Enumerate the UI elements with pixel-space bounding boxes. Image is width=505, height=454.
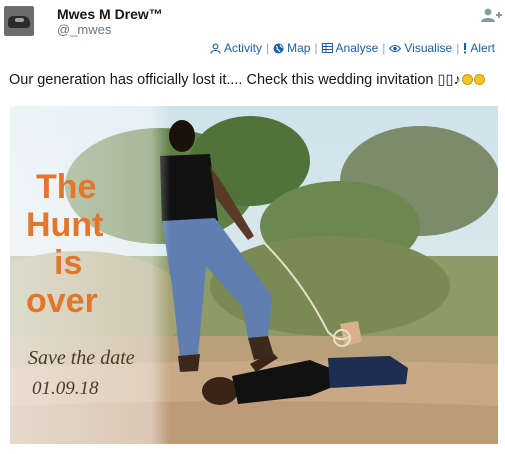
activity-action[interactable]: Activity <box>210 41 262 55</box>
headline-line-2: Hunt <box>26 206 103 244</box>
action-bar: Activity | Map | Analyse | Visualise | A… <box>210 41 495 55</box>
tweet-body: Our generation has officially lost it...… <box>9 72 461 88</box>
visualise-label: Visualise <box>404 41 453 55</box>
tweet-text: Our generation has officially lost it...… <box>9 72 485 88</box>
user-name[interactable]: Mwes M Drew™ <box>57 6 163 22</box>
separator: | <box>456 41 460 55</box>
alert-action[interactable]: Alert <box>463 41 495 55</box>
alert-label: Alert <box>470 41 495 55</box>
add-user-icon[interactable] <box>480 8 502 22</box>
analyse-action[interactable]: Analyse <box>321 41 379 55</box>
wedding-invitation-photo[interactable]: The Hunt is over Save the date 01.09.18 <box>10 106 498 444</box>
analyse-label: Analyse <box>335 41 379 55</box>
laughing-emoji-icon <box>473 74 485 85</box>
wedding-date-text: 01.09.18 <box>32 378 99 399</box>
separator: | <box>265 41 270 55</box>
eye-icon <box>389 44 402 52</box>
separator: | <box>382 41 386 55</box>
headline-line-3: is <box>54 244 82 282</box>
visualise-action[interactable]: Visualise <box>389 41 452 55</box>
activity-label: Activity <box>223 41 262 55</box>
avatar[interactable] <box>4 6 34 36</box>
exclamation-icon <box>464 42 467 53</box>
table-icon <box>321 43 333 53</box>
globe-icon <box>273 43 284 53</box>
laughing-emoji-icon <box>461 74 473 85</box>
map-action[interactable]: Map <box>273 41 310 55</box>
map-label: Map <box>287 41 311 55</box>
separator: | <box>314 41 318 55</box>
headline-line-4: over <box>26 282 98 320</box>
headline-line-1: The <box>36 168 96 206</box>
save-the-date-text: Save the date <box>28 347 135 369</box>
user-handle[interactable]: @_mwes <box>57 22 111 37</box>
person-icon <box>210 43 221 54</box>
car-window <box>15 18 24 22</box>
